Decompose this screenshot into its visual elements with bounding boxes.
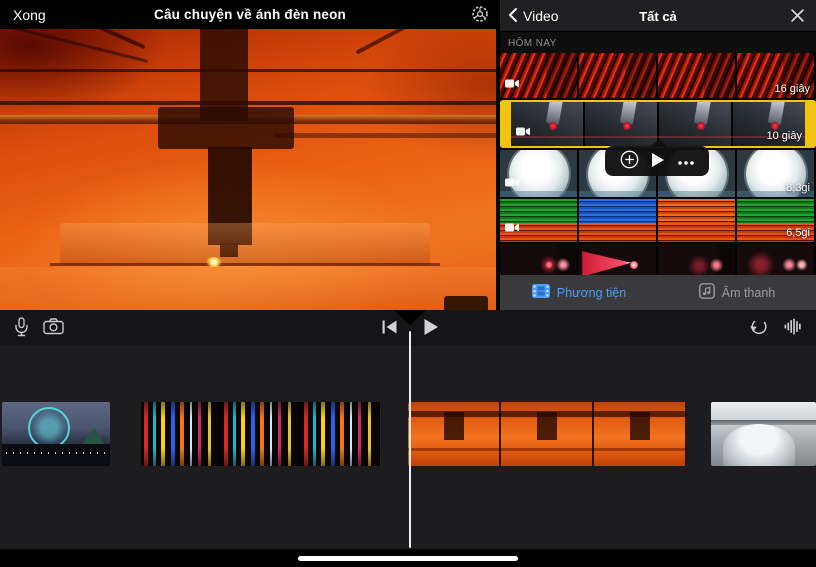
skip-to-start-button[interactable]: [376, 315, 402, 341]
imovie-app: Xong Câu chuyện về ánh đèn neon: [0, 0, 816, 567]
thumbnail-frame: [585, 102, 659, 146]
media-panel-title: Tất cả: [500, 9, 816, 24]
section-header-today: HÔM NAY: [500, 32, 816, 53]
record-voiceover-button[interactable]: [8, 315, 34, 341]
clip-action-popup: [605, 146, 709, 176]
timeline-clip-silver-turntable[interactable]: [711, 402, 816, 466]
frame-dividers: [141, 402, 380, 466]
audio-waveform-toggle-button[interactable]: [780, 315, 806, 341]
play-icon: [652, 153, 664, 170]
ferris-wheel: [28, 407, 70, 449]
thumbnail-frame: [579, 199, 658, 242]
more-options-button[interactable]: [677, 154, 695, 169]
project-timeline[interactable]: [0, 346, 816, 549]
preview-print-head: [158, 107, 294, 149]
preview-belt-rail: [0, 101, 500, 105]
tile-dividers: [500, 53, 816, 98]
undo-button[interactable]: [746, 315, 772, 341]
music-note-icon: [699, 283, 715, 302]
pier-silhouette: [2, 444, 110, 466]
media-panel-header: Video Tất cả: [500, 0, 816, 32]
preview-floor: [0, 267, 500, 310]
blue-strip: [500, 191, 816, 197]
preview-laser-spark: [206, 257, 222, 267]
video-camera-icon: [505, 75, 519, 93]
media-clip-red-laser[interactable]: [500, 244, 816, 275]
media-source-tabbar: Phương tiện Âm thanh: [500, 275, 816, 310]
preview-clip-play-button[interactable]: [652, 153, 664, 170]
undo-icon: [749, 318, 769, 338]
laser-line: [511, 136, 805, 138]
preview-dark-object: [444, 296, 488, 310]
thumbnail-frame: [659, 102, 733, 146]
filmstrip-icon: [532, 284, 550, 301]
tab-media[interactable]: Phương tiện: [500, 275, 658, 310]
timeline-toolbar: [0, 310, 816, 346]
plus-circle-icon: [620, 150, 639, 172]
video-camera-icon: [505, 174, 519, 192]
video-camera-icon: [505, 219, 519, 237]
project-title: Câu chuyện về ánh đèn neon: [0, 7, 500, 22]
skip-to-start-icon: [382, 320, 397, 337]
gear-icon: [470, 4, 490, 27]
settings-gear-button[interactable]: [468, 3, 492, 27]
clip-duration: 10 giây: [767, 130, 802, 142]
playhead-line[interactable]: [409, 331, 411, 548]
frame-dividers: [408, 402, 687, 466]
tab-audio[interactable]: Âm thanh: [658, 275, 816, 310]
thumbnail-frame: [500, 244, 579, 275]
timeline-clip-ferris-wheel[interactable]: [2, 402, 110, 466]
close-panel-button[interactable]: [788, 8, 806, 26]
camera-capture-button[interactable]: [40, 315, 66, 341]
machine-drum: [723, 424, 795, 466]
timeline-clip-neon-city[interactable]: [141, 402, 380, 466]
clip-duration: 16 giây: [775, 83, 810, 95]
preview-workpiece: [50, 263, 440, 266]
laser-cone: [582, 249, 631, 275]
close-icon: [790, 11, 805, 26]
video-preview[interactable]: [0, 29, 500, 310]
pier-lights: [6, 452, 106, 454]
media-clip-red-neon[interactable]: 16 giây: [500, 53, 816, 98]
thumbnail-frame: [737, 244, 816, 275]
microphone-icon: [13, 317, 30, 340]
preview-workpiece: [60, 223, 430, 265]
home-indicator[interactable]: [298, 556, 518, 561]
tab-audio-label: Âm thanh: [722, 286, 776, 300]
preview-topbar: Xong Câu chuyện về ánh đèn neon: [0, 0, 500, 29]
preview-belt-rail: [0, 69, 500, 72]
laser-dot: [630, 261, 638, 269]
media-clip-color-stripes[interactable]: 6,5gi: [500, 199, 816, 242]
camera-icon: [43, 318, 64, 338]
thumbnail-frame: [658, 244, 737, 275]
bottom-bar: [0, 549, 816, 567]
ellipsis-icon: [677, 154, 695, 169]
thumbnail-frames: [500, 244, 816, 275]
video-camera-icon: [516, 123, 530, 141]
thumbnail-frame: [658, 199, 737, 242]
timeline-clip-orange-printer[interactable]: [408, 402, 687, 466]
play-icon: [423, 318, 439, 339]
preview-gantry-rod: [275, 133, 500, 138]
add-to-timeline-button[interactable]: [620, 150, 639, 172]
clip-duration: 8,3gi: [786, 182, 810, 194]
play-button[interactable]: [418, 315, 444, 341]
tab-media-label: Phương tiện: [557, 286, 626, 300]
waveform-icon: [784, 318, 803, 338]
clip-duration: 6,5gi: [786, 227, 810, 239]
thumbnail-frame: [579, 244, 658, 275]
